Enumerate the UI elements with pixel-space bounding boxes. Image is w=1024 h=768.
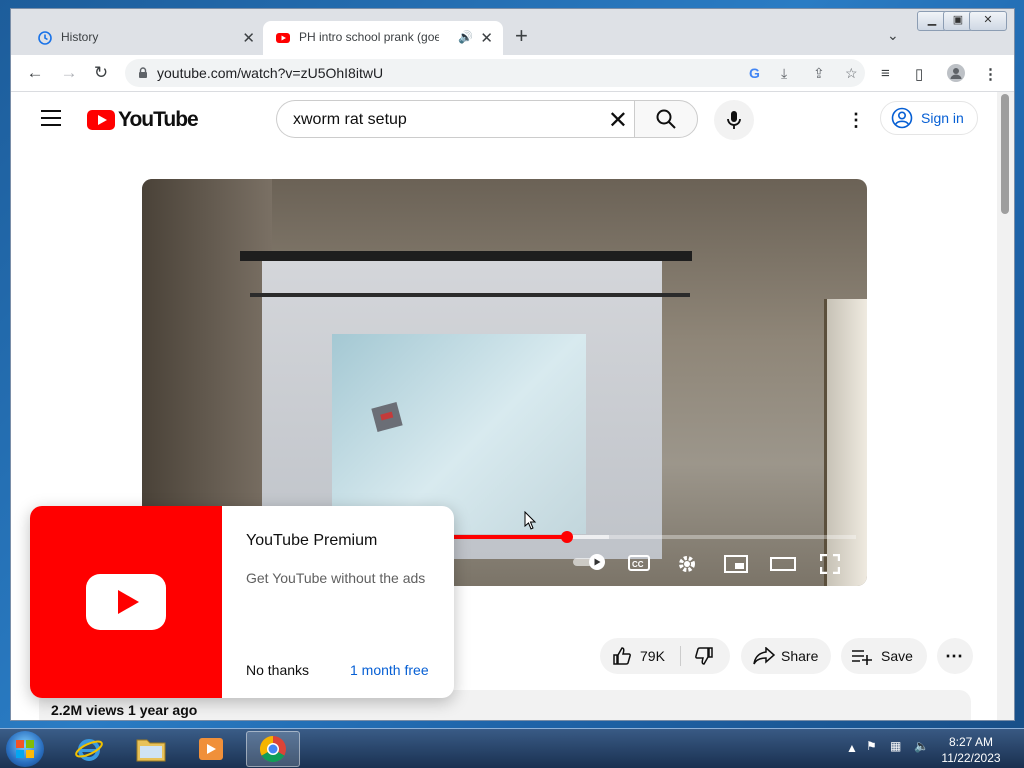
playlist-add-icon — [852, 650, 872, 665]
network-icon[interactable]: ▦ — [890, 739, 901, 753]
clear-search-icon[interactable]: ✕ — [608, 106, 628, 135]
taskbar-media-player[interactable] — [184, 731, 238, 767]
share-label: Share — [781, 648, 819, 664]
chrome-menu-icon[interactable]: ⋮ — [983, 65, 998, 83]
thumbs-down-icon — [695, 647, 713, 665]
youtube-favicon — [276, 33, 290, 43]
lock-icon — [139, 67, 147, 78]
tab-title: PH intro school prank (goes — [299, 30, 439, 44]
share-arrow-icon — [753, 647, 775, 665]
cursor-icon — [524, 511, 537, 530]
taskbar: ▲ ⚑ ▦ 🔈 8:27 AM 11/22/2023 — [0, 728, 1024, 768]
dislike-button[interactable] — [682, 638, 730, 674]
share-button[interactable]: Share — [741, 638, 831, 674]
search-button[interactable] — [634, 100, 698, 138]
save-label: Save — [881, 648, 913, 664]
reload-button[interactable]: ↻ — [89, 61, 113, 85]
account-icon — [891, 107, 913, 129]
premium-title: YouTube Premium — [246, 532, 378, 549]
tab-title: History — [61, 30, 99, 44]
close-icon[interactable]: ✕ — [480, 29, 493, 47]
thumbs-up-icon — [613, 647, 631, 665]
share-icon[interactable]: ⇪ — [813, 65, 825, 82]
captions-icon[interactable]: CC — [628, 555, 650, 574]
volume-muted-icon[interactable]: 🔈 — [914, 739, 929, 753]
start-button[interactable] — [6, 731, 44, 767]
scrubber-handle[interactable] — [561, 531, 573, 543]
progress-fill — [442, 535, 567, 539]
like-count: 79K — [640, 648, 665, 664]
tab-strip: History ✕ PH intro school prank (goes 🔊 … — [11, 9, 1014, 55]
browser-toolbar: ← → ↻ youtube.com/watch?v=zU5OhI8itwU G … — [11, 55, 1014, 92]
media-player-icon — [199, 738, 223, 760]
tab-history[interactable]: History ✕ — [25, 21, 265, 55]
like-button[interactable]: 79K — [600, 638, 680, 674]
youtube-logo-icon — [87, 110, 115, 130]
settings-gear-icon[interactable] — [676, 553, 698, 578]
search-icon — [656, 109, 676, 129]
speaker-icon[interactable]: 🔊 — [458, 30, 473, 44]
install-icon[interactable]: ⤓ — [781, 65, 787, 82]
autoplay-toggle[interactable] — [572, 553, 608, 574]
show-hidden-icons[interactable]: ▲ — [846, 741, 858, 755]
folder-icon — [136, 739, 166, 762]
search-box: ✕ — [276, 100, 634, 138]
premium-promo-dialog: YouTube Premium Get YouTube without the … — [30, 506, 454, 698]
chevron-down-icon[interactable]: ⌄ — [887, 27, 899, 44]
new-tab-button[interactable]: + — [515, 23, 535, 51]
side-panel-icon[interactable]: ▯ — [915, 65, 923, 83]
close-icon[interactable]: ✕ — [242, 29, 255, 47]
autoplay-icon — [573, 554, 605, 570]
svg-text:CC: CC — [632, 560, 644, 569]
more-actions-button[interactable]: ⋯ — [937, 638, 973, 674]
youtube-logo-text: YouTube — [118, 108, 199, 131]
url-text: youtube.com/watch?v=zU5OhI8itwU — [157, 65, 384, 81]
bookmark-star-icon[interactable]: ☆ — [845, 65, 858, 82]
chrome-icon — [259, 735, 286, 763]
history-icon — [38, 31, 52, 45]
settings-menu-icon[interactable]: ⋮ — [847, 110, 865, 131]
taskbar-file-explorer[interactable] — [124, 731, 178, 767]
one-month-free-button[interactable]: 1 month free — [350, 662, 429, 678]
microphone-icon — [727, 111, 741, 129]
media-control-icon[interactable]: ≡ — [881, 65, 890, 82]
windows-logo-icon — [16, 740, 34, 758]
action-center-icon[interactable]: ⚑ — [866, 739, 877, 753]
system-clock[interactable]: 8:27 AM 11/22/2023 — [940, 734, 1002, 766]
google-translate-icon[interactable]: G — [749, 65, 760, 81]
hamburger-menu-icon[interactable] — [41, 110, 61, 131]
taskbar-internet-explorer[interactable] — [62, 731, 116, 767]
profile-icon[interactable] — [947, 64, 965, 82]
search-input[interactable] — [293, 111, 593, 129]
clock-date: 11/22/2023 — [941, 751, 1001, 765]
more-horizontal-icon: ⋯ — [945, 646, 964, 666]
clock-time: 8:27 AM — [948, 735, 994, 749]
like-dislike-group: 79K — [600, 638, 730, 674]
scrollbar-thumb[interactable] — [1001, 94, 1009, 214]
close-window-button[interactable]: ✕ — [969, 11, 1007, 31]
page-scrollbar[interactable] — [997, 92, 1014, 720]
miniplayer-icon[interactable] — [724, 555, 748, 576]
address-bar[interactable]: youtube.com/watch?v=zU5OhI8itwU G ⤓ ⇪ ☆ — [125, 59, 865, 87]
video-meta: 2.2M views 1 year ago — [51, 702, 198, 718]
tab-youtube-video[interactable]: PH intro school prank (goes 🔊 ✕ — [263, 21, 503, 55]
sign-in-button[interactable]: Sign in — [880, 101, 978, 135]
premium-subtitle: Get YouTube without the ads — [246, 570, 426, 586]
theater-mode-icon[interactable] — [770, 557, 796, 574]
internet-explorer-icon — [75, 739, 103, 761]
taskbar-chrome[interactable] — [246, 731, 300, 767]
back-button[interactable]: ← — [23, 61, 47, 85]
save-button[interactable]: Save — [841, 638, 927, 674]
forward-button[interactable]: → — [57, 61, 81, 85]
no-thanks-button[interactable]: No thanks — [246, 662, 309, 678]
voice-search-button[interactable] — [714, 100, 754, 140]
youtube-play-logo-icon — [86, 574, 166, 630]
youtube-logo[interactable]: YouTube — [87, 108, 199, 132]
fullscreen-icon[interactable] — [819, 553, 841, 577]
sign-in-label: Sign in — [921, 110, 964, 126]
